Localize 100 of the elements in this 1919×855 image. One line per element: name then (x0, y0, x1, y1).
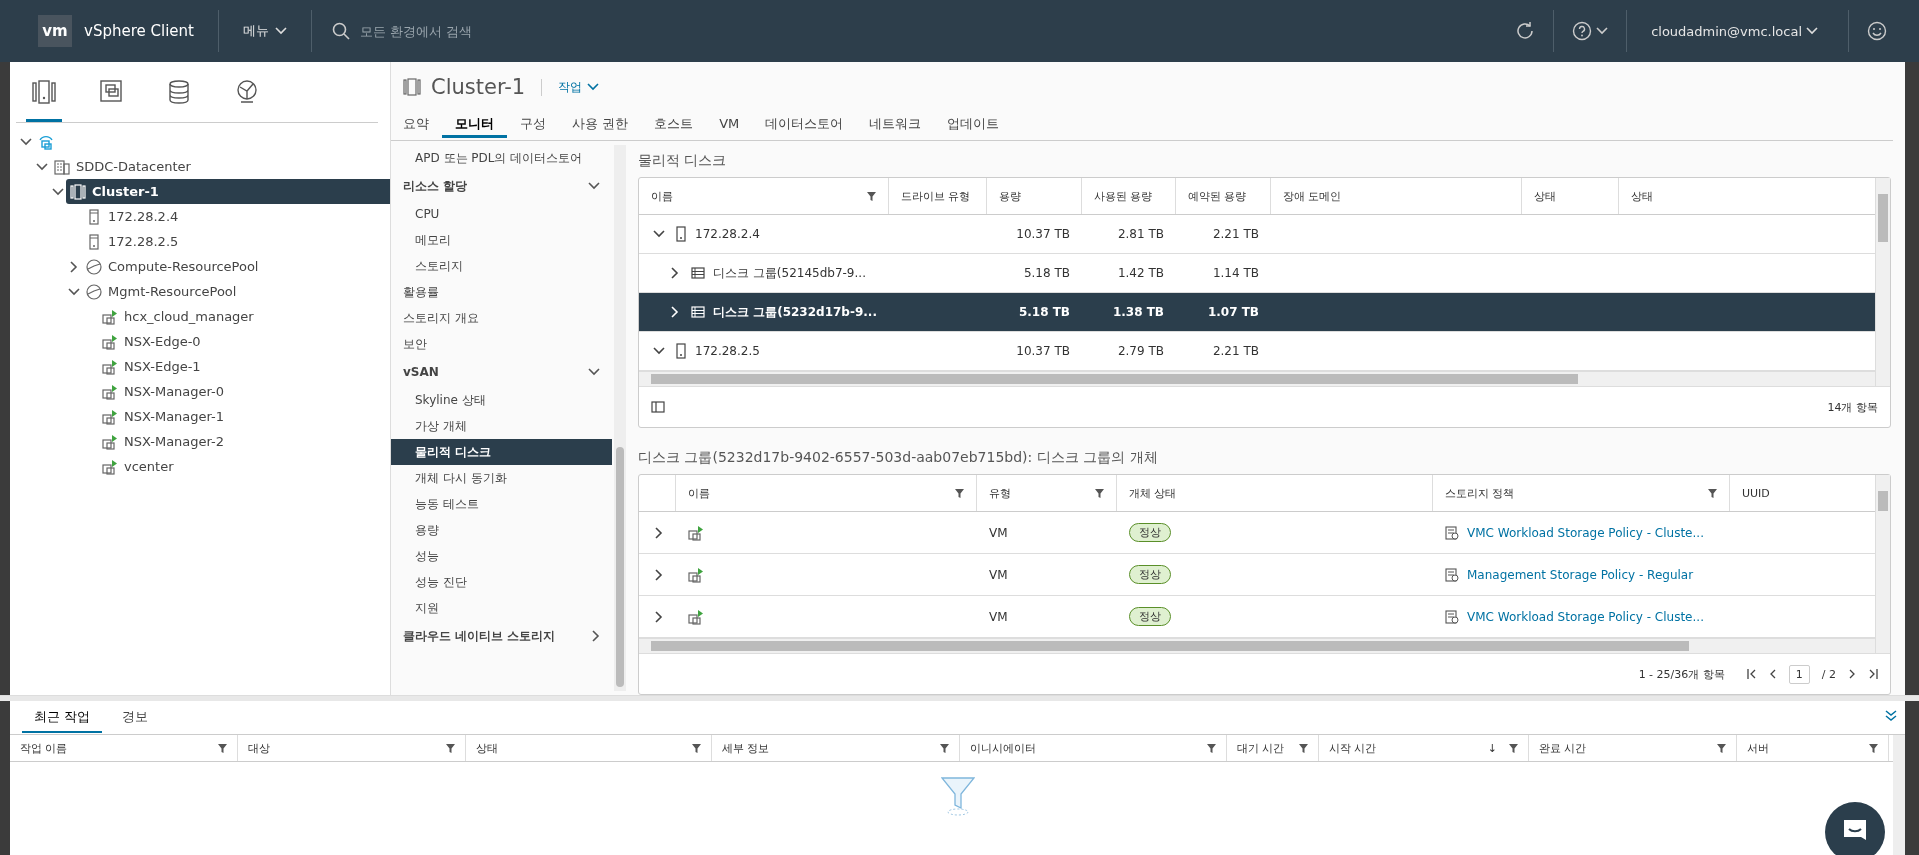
chat-button[interactable] (1825, 802, 1885, 855)
column-header[interactable]: 스토리지 정책 (1433, 475, 1730, 511)
chevron-down-icon[interactable] (588, 368, 600, 376)
tab[interactable]: 네트워크 (856, 112, 935, 138)
tree-item[interactable]: NSX-Edge-1 (98, 354, 390, 379)
nav-item[interactable]: 메모리 (391, 227, 612, 253)
tree-item[interactable]: NSX-Manager-2 (98, 429, 390, 454)
filter-icon[interactable] (1708, 488, 1717, 498)
filter-icon[interactable] (1299, 743, 1308, 753)
scrollbar[interactable] (639, 371, 1875, 386)
filter-icon[interactable] (218, 743, 227, 753)
nav-item[interactable]: 가상 개체 (391, 413, 612, 439)
last-page-icon[interactable] (1868, 669, 1878, 679)
filter-icon[interactable] (1717, 743, 1726, 753)
tree-item[interactable]: NSX-Edge-0 (98, 329, 390, 354)
filter-icon[interactable] (1869, 743, 1878, 753)
previous-page-icon[interactable] (1768, 669, 1777, 679)
tree-item[interactable]: vcenter (98, 454, 390, 479)
column-header[interactable]: 유형 (977, 475, 1117, 511)
nav-item[interactable]: 성능 (391, 543, 612, 569)
filter-icon[interactable] (1509, 743, 1518, 753)
columns-icon[interactable] (651, 401, 665, 413)
column-header[interactable]: 드라이브 유형 (889, 178, 987, 214)
nav-item[interactable]: 능동 테스트 (391, 491, 612, 517)
nav-item[interactable]: 지원 (391, 595, 612, 621)
tree-item[interactable]: Mgmt-ResourcePool (82, 279, 390, 304)
chevron-down-icon[interactable] (36, 162, 48, 171)
nav-item[interactable]: 개체 다시 동기화 (391, 465, 612, 491)
column-header[interactable]: 사용된 용량 (1082, 178, 1176, 214)
scrollbar[interactable] (1875, 178, 1890, 386)
nav-item[interactable]: 스토리지 개요 (391, 305, 612, 331)
column-header[interactable]: 장애 도메인 (1271, 178, 1522, 214)
column-header[interactable]: 시작 시간 ↓ (1319, 735, 1529, 761)
inventory-tab[interactable] (26, 80, 62, 122)
nav-item[interactable]: Skyline 상태 (391, 387, 612, 413)
chevron-right-icon[interactable] (592, 630, 600, 642)
filter-icon[interactable] (692, 743, 701, 753)
table-row[interactable]: 디스크 그룹(5232d17b-9... 5.18 TB 1.38 TB 1.07 TB (639, 293, 1875, 332)
tree-item[interactable]: NSX-Manager-0 (98, 379, 390, 404)
column-header[interactable]: UUID (1730, 475, 1875, 511)
column-header[interactable]: 개체 상태 (1117, 475, 1433, 511)
chevron-down-icon[interactable] (653, 230, 665, 238)
nav-item[interactable]: CPU (391, 201, 612, 227)
column-header[interactable]: 상태 (466, 735, 712, 761)
filter-icon[interactable] (955, 488, 964, 498)
nav-item[interactable]: 용량 (391, 517, 612, 543)
tree-item[interactable]: Compute-ResourcePool (82, 254, 390, 279)
chevron-right-icon[interactable] (671, 267, 679, 279)
tab[interactable]: 업데이트 (934, 112, 1013, 138)
tab[interactable]: 호스트 (641, 112, 707, 138)
user-menu[interactable]: cloudadmin@vmc.local (1627, 0, 1848, 62)
scrollbar[interactable] (614, 145, 626, 691)
column-header[interactable]: 이름 (639, 178, 889, 214)
nav-item[interactable]: 활용률 (391, 279, 612, 305)
tree-item[interactable]: NSX-Manager-1 (98, 404, 390, 429)
page-field[interactable]: 1 (1788, 664, 1810, 684)
policy-link[interactable]: VMC Workload Storage Policy - Cluste... (1467, 525, 1704, 540)
scrollbar[interactable] (1893, 735, 1905, 855)
chevron-down-icon[interactable] (653, 347, 665, 355)
chevron-right-icon[interactable] (655, 568, 663, 581)
tab[interactable]: 사용 권한 (559, 112, 642, 138)
filter-icon[interactable] (1095, 488, 1104, 498)
chevron-down-icon[interactable] (68, 287, 80, 296)
tab[interactable]: VM (706, 112, 753, 138)
tab[interactable]: 최근 작업 (22, 702, 103, 733)
tree-item[interactable]: hcx_cloud_manager (98, 304, 390, 329)
chevron-down-icon[interactable] (52, 187, 64, 196)
first-page-icon[interactable] (1746, 669, 1757, 679)
policy-link[interactable]: Management Storage Policy - Regular (1467, 567, 1694, 582)
column-header[interactable]: 용량 (987, 178, 1082, 214)
nav-item[interactable]: vSAN (391, 357, 612, 387)
nav-item[interactable]: 리소스 할당 (391, 171, 612, 201)
search-field[interactable]: 모든 환경에서 검색 (357, 22, 762, 40)
filter-icon[interactable] (867, 191, 876, 201)
filter-icon[interactable] (1207, 743, 1216, 753)
tab[interactable]: 구성 (507, 112, 559, 138)
filter-icon[interactable] (940, 743, 949, 753)
tree-item[interactable]: 172.28.2.4 (82, 204, 390, 229)
column-header[interactable]: 작업 이름 (10, 735, 238, 761)
scrollbar[interactable] (1875, 475, 1890, 653)
tab[interactable]: 모니터 (442, 112, 507, 138)
chevron-right-icon[interactable] (655, 610, 663, 623)
actions-menu[interactable]: 작업 (541, 78, 600, 96)
nav-item[interactable]: 물리적 디스크 (391, 439, 612, 465)
chevron-right-icon[interactable] (655, 526, 663, 539)
column-header[interactable]: 대상 (238, 735, 466, 761)
chevron-down-icon[interactable] (20, 137, 32, 146)
chevron-down-icon[interactable] (588, 182, 600, 190)
column-header[interactable]: 상태 (1619, 178, 1875, 214)
column-header[interactable]: 완료 시간 (1529, 735, 1737, 761)
policy-link[interactable]: VMC Workload Storage Policy - Cluste... (1467, 609, 1704, 624)
column-header[interactable]: 이니시에이터 (960, 735, 1227, 761)
next-page-icon[interactable] (1848, 669, 1856, 679)
menu-button[interactable]: 메뉴 (218, 0, 311, 62)
tab[interactable]: 요약 (403, 112, 442, 138)
column-header[interactable]: 서버 (1737, 735, 1889, 761)
scrollbar[interactable] (639, 638, 1875, 653)
filter-icon[interactable] (446, 743, 455, 753)
column-header[interactable]: 대기 시간 (1227, 735, 1319, 761)
column-header[interactable]: 상태 (1522, 178, 1619, 214)
